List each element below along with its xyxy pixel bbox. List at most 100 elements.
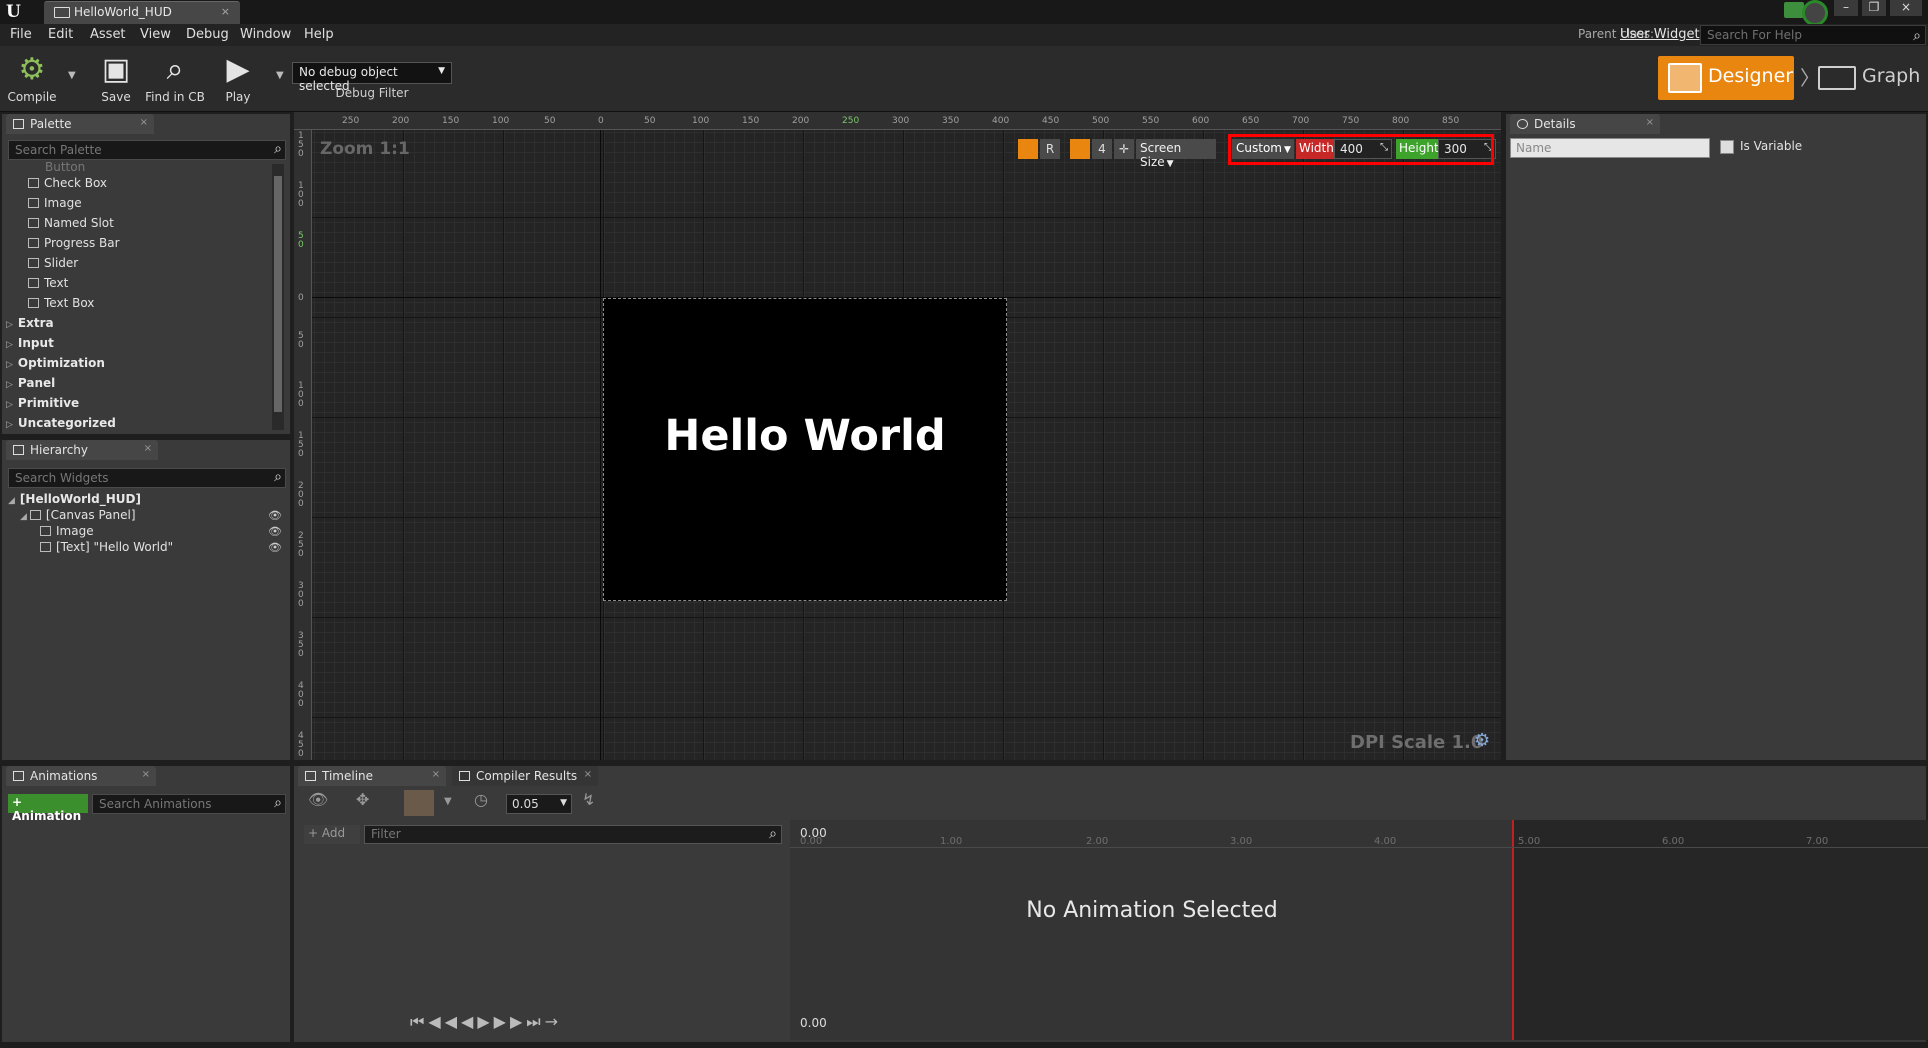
chevron-down-icon[interactable]: ▼: [444, 796, 452, 822]
ruler-tick: 50: [544, 116, 556, 126]
animations-tab[interactable]: Animations ×: [6, 766, 156, 786]
palette-category-primitive[interactable]: ▷ Primitive: [6, 396, 79, 410]
close-icon[interactable]: ×: [432, 769, 440, 780]
eye-icon[interactable]: 👁: [308, 790, 328, 816]
palette-scrollbar[interactable]: [272, 164, 284, 430]
visibility-eye-icon[interactable]: 👁: [268, 509, 282, 522]
gear-icon[interactable]: ⚙: [1474, 730, 1490, 751]
compile-options-dropdown[interactable]: ▼: [68, 70, 76, 81]
hierarchy-canvas-panel[interactable]: ◢ [Canvas Panel]: [20, 508, 136, 522]
ruler-tick: 700: [1292, 116, 1310, 126]
palette-search-input[interactable]: Search Palette ⌕: [8, 140, 286, 160]
curve-editor-icon[interactable]: ↯: [582, 790, 595, 816]
menu-window[interactable]: Window: [240, 27, 291, 42]
step-forward-icon[interactable]: ▶▶: [494, 1012, 527, 1031]
palette-category-extra[interactable]: ▷ Extra: [6, 316, 54, 330]
document-tab[interactable]: HelloWorld_HUD ×: [44, 1, 240, 24]
menu-view[interactable]: View: [140, 27, 171, 42]
palette-item-image[interactable]: Image: [28, 196, 82, 210]
close-icon[interactable]: ×: [142, 769, 150, 780]
notification-icon[interactable]: [1802, 0, 1828, 26]
add-animation-button[interactable]: + Animation: [8, 794, 88, 823]
palette-item-slider[interactable]: Slider: [28, 256, 78, 270]
compile-button[interactable]: ⚙ Compile: [6, 50, 58, 108]
hello-world-text[interactable]: Hello World: [604, 411, 1006, 461]
timeline-track-area[interactable]: 0.00 1.00 2.00 3.00 4.00 5.00 6.00 7.00 …: [790, 820, 1928, 1040]
track-filter-input[interactable]: Filter ⌕: [364, 825, 782, 844]
palette-item-progress-bar[interactable]: Progress Bar: [28, 236, 120, 250]
respect-locks-icon[interactable]: [1018, 139, 1038, 159]
close-icon[interactable]: ×: [144, 443, 152, 454]
menu-file[interactable]: File: [10, 27, 32, 42]
close-icon[interactable]: ×: [140, 117, 148, 128]
menu-asset[interactable]: Asset: [90, 27, 126, 42]
hierarchy-tab[interactable]: Hierarchy ×: [6, 440, 158, 460]
details-tab[interactable]: Details ×: [1510, 114, 1660, 134]
end-time-marker[interactable]: [1512, 820, 1514, 1040]
help-search-input[interactable]: Search For Help ⌕: [1700, 25, 1926, 45]
palette-item-button[interactable]: Button: [45, 160, 85, 174]
r-toggle-button[interactable]: R: [1040, 139, 1060, 159]
animations-search-input[interactable]: Search Animations ⌕: [92, 794, 286, 814]
designer-viewport[interactable]: 250 200 150 100 50 0 50 100 150 200 250 …: [294, 112, 1501, 760]
timeline-tab[interactable]: Timeline ×: [298, 766, 446, 786]
screen-size-dropdown[interactable]: Screen Size ▼: [1136, 139, 1216, 169]
auto-key-icon[interactable]: [404, 790, 434, 816]
ruler-top: 250 200 150 100 50 0 50 100 150 200 250 …: [294, 112, 1501, 130]
find-in-cb-button[interactable]: ⌕ Find in CB: [144, 50, 206, 108]
close-icon[interactable]: ×: [1646, 117, 1654, 128]
hierarchy-root[interactable]: ◢ [HelloWorld_HUD]: [8, 492, 141, 506]
widget-name-input[interactable]: Name: [1510, 138, 1710, 158]
palette-scroll-thumb[interactable]: [274, 176, 282, 412]
play-forward-icon[interactable]: ▶: [477, 1012, 493, 1031]
grid-size-button[interactable]: 4: [1092, 139, 1112, 159]
save-button[interactable]: ▣ Save: [96, 50, 136, 108]
palette-item-named-slot[interactable]: Named Slot: [28, 216, 114, 230]
palette-category-optimization[interactable]: ▷ Optimization: [6, 356, 105, 370]
ruler-tick: 600: [1192, 116, 1210, 126]
window-close-button[interactable]: ×: [1890, 0, 1922, 16]
compiler-results-tab[interactable]: Compiler Results ×: [452, 766, 598, 786]
hierarchy-search-input[interactable]: Search Widgets ⌕: [8, 468, 286, 488]
close-tab-icon[interactable]: ×: [221, 5, 230, 18]
is-variable-checkbox[interactable]: [1720, 140, 1734, 154]
time-step-select[interactable]: 0.05 ▼: [506, 794, 572, 814]
designer-mode-button[interactable]: Designer: [1658, 56, 1794, 100]
zoom-to-fit-icon[interactable]: ✛: [1114, 139, 1134, 159]
playback-controls: ⏮◀◀◀▶▶▶⏭→: [410, 1012, 670, 1036]
play-options-dropdown[interactable]: ▼: [276, 70, 284, 81]
parent-class-link[interactable]: User Widget: [1620, 27, 1700, 42]
restore-button[interactable]: ❐: [1862, 0, 1886, 16]
jump-to-end-icon[interactable]: ⏭: [526, 1012, 544, 1031]
menu-debug[interactable]: Debug: [186, 27, 229, 42]
graph-mode-button[interactable]: Graph: [1816, 56, 1926, 100]
source-control-icon[interactable]: [1784, 2, 1804, 18]
menu-help[interactable]: Help: [304, 27, 334, 42]
menu-edit[interactable]: Edit: [48, 27, 73, 42]
hierarchy-text[interactable]: [Text] "Hello World": [40, 540, 173, 554]
play-reverse-icon[interactable]: ◀: [461, 1012, 477, 1031]
widget-canvas[interactable]: Hello World: [603, 298, 1007, 601]
grid-snap-icon[interactable]: [1070, 139, 1090, 159]
hierarchy-image[interactable]: Image: [40, 524, 94, 538]
jump-to-start-icon[interactable]: ⏮: [410, 1012, 428, 1031]
palette-item-text-box[interactable]: Text Box: [28, 296, 94, 310]
visibility-eye-icon[interactable]: 👁: [268, 525, 282, 538]
palette-category-panel[interactable]: ▷ Panel: [6, 376, 55, 390]
minimize-button[interactable]: –: [1834, 0, 1858, 16]
add-track-button[interactable]: + Add: [304, 825, 360, 844]
palette-category-input[interactable]: ▷ Input: [6, 336, 54, 350]
palette-tab[interactable]: Palette ×: [6, 114, 154, 134]
clock-icon[interactable]: ◷: [474, 790, 488, 816]
details-panel: Details ×: [1506, 114, 1926, 760]
loop-icon[interactable]: →: [545, 1012, 562, 1031]
visibility-eye-icon[interactable]: 👁: [268, 541, 282, 554]
transform-icon[interactable]: ✥: [356, 790, 369, 816]
play-button[interactable]: ▶ Play: [218, 50, 258, 108]
close-icon[interactable]: ×: [584, 769, 592, 780]
step-back-icon[interactable]: ◀◀: [428, 1012, 461, 1031]
palette-category-uncategorized[interactable]: ▷ Uncategorized: [6, 416, 116, 430]
palette-item-text[interactable]: Text: [28, 276, 68, 290]
palette-item-check-box[interactable]: Check Box: [28, 176, 107, 190]
debug-object-select[interactable]: No debug object selected ▼: [292, 62, 452, 93]
